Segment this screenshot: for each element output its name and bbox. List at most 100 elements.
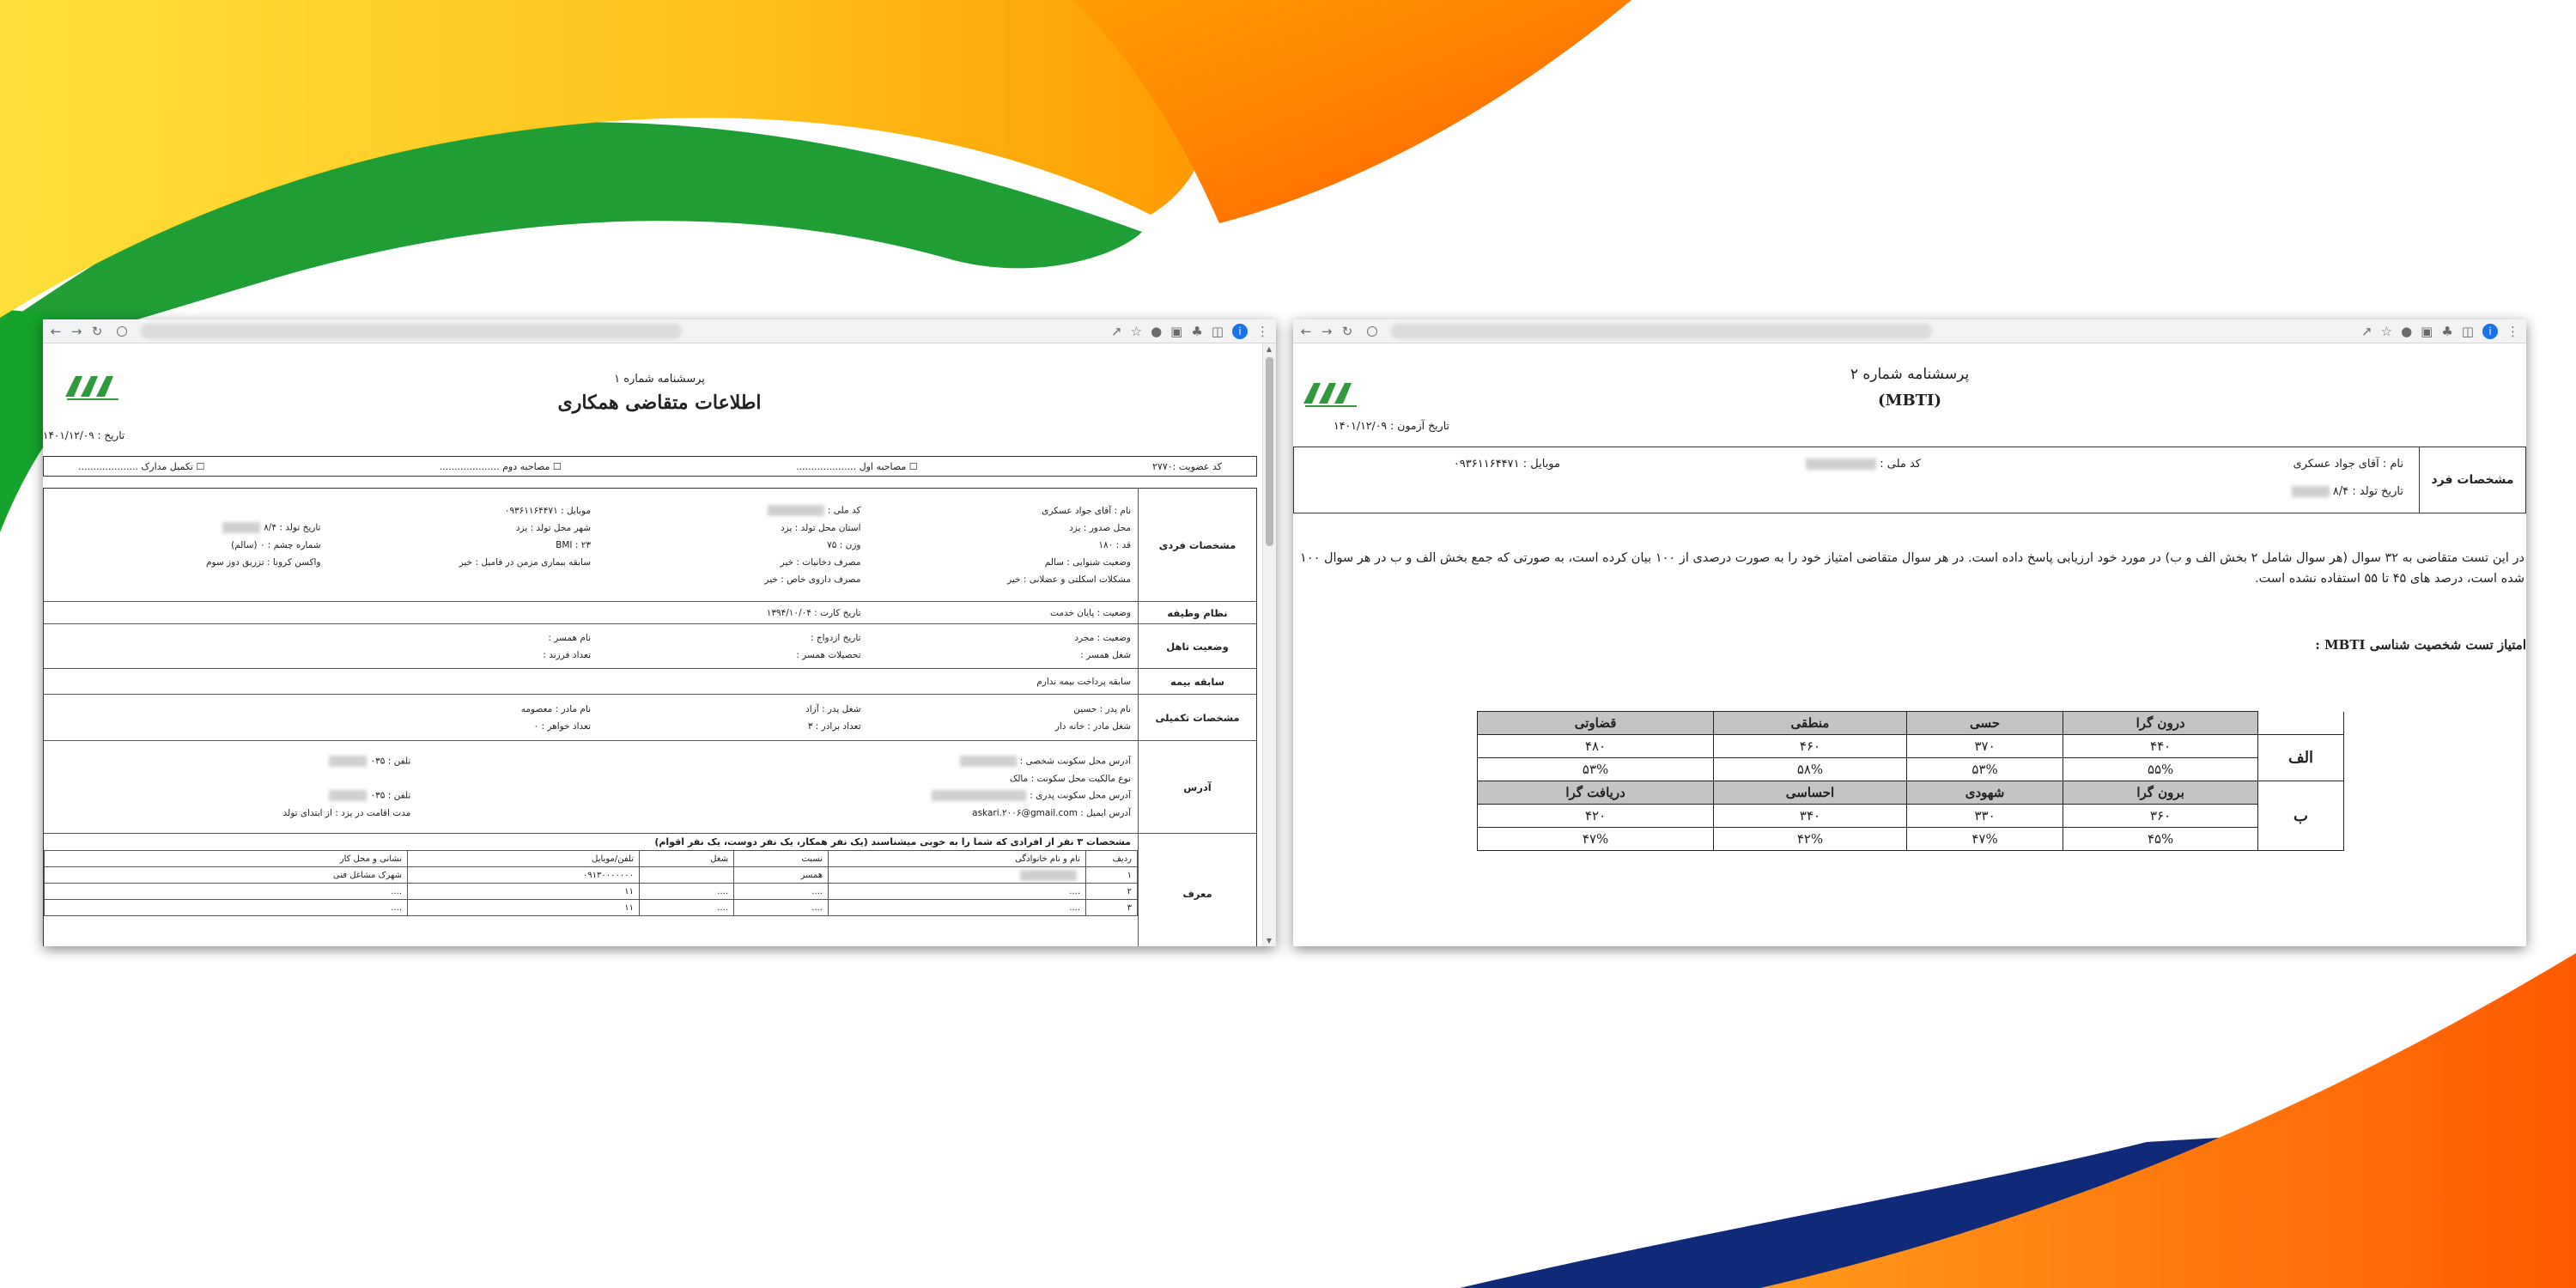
field-spouse-job: شغل همسر : [1080, 649, 1131, 660]
browser-window-left: ← → ↻ ↗ ☆ ● ▣ ♣ ◫ i ⋮ پرسشنامه شماره ۱ ا… [43, 319, 1276, 946]
redacted-value [2291, 486, 2330, 497]
table-cell: .... [733, 883, 829, 900]
site-info-icon[interactable] [1367, 325, 1377, 337]
field-national-code: کد ملی : [827, 505, 861, 516]
column-header: نسبت [733, 850, 829, 867]
field-father-job: شغل پدر : آزاد [805, 703, 861, 714]
reload-icon[interactable]: ↻ [1341, 324, 1353, 339]
column-header: نام و نام خانوادگی [828, 850, 1086, 867]
table-cell: ۴۷% [1905, 827, 2064, 851]
referrer-table: ردیف نام و نام خانوادگی نسبت شغل تلفن/مو… [44, 850, 1138, 916]
reload-icon[interactable]: ↻ [91, 324, 103, 339]
share-icon[interactable]: ↗ [1111, 324, 1122, 339]
back-icon[interactable]: ← [1300, 324, 1312, 339]
browser-toolbar: ← → ↻ ↗ ☆ ● ▣ ♣ ◫ i ⋮ [1293, 319, 2526, 343]
table-header-cell: منطقی [1713, 711, 1907, 735]
page-content: پرسشنامه شماره ۲ (MBTI) تاریخ آزمون : ۱۴… [1293, 343, 2526, 946]
field-mobile: موبایل : ۰۹۳۶۱۱۶۴۴۷۱ [1453, 458, 1560, 471]
extension-icon[interactable]: ● [1151, 324, 1162, 339]
redacted-value [329, 790, 368, 801]
field-email[interactable]: آدرس ایمیل : askari.۲۰۰۶@gmail.com [410, 808, 1131, 818]
table-cell: ۵۳% [1476, 757, 1715, 781]
forward-icon[interactable]: → [70, 324, 82, 339]
table-header-cell: قضاوتی [1476, 711, 1715, 735]
table-cell: ۵۳% [1905, 757, 2064, 781]
puzzle-icon[interactable]: ♣ [2441, 324, 2452, 339]
field-bmi: BMI : ۲۳ [556, 539, 591, 550]
table-cell: ۴۵% [2063, 827, 2258, 851]
table-cell: .... [44, 899, 408, 916]
address-bar[interactable] [1391, 323, 1932, 339]
profile-icon[interactable]: i [1232, 323, 1248, 339]
test-description: در این تست متقاضی به ۳۲ سوال (هر سوال شا… [1300, 551, 2524, 586]
field-mother-name: نام مادر : معصومه [520, 703, 591, 714]
menu-icon[interactable]: ⋮ [1256, 324, 1269, 339]
page-content: پرسشنامه شماره ۱ اطلاعات متقاضی همکاری ت… [43, 343, 1276, 946]
table-cell [828, 866, 1086, 884]
sidepanel-icon[interactable]: ◫ [2462, 324, 2474, 339]
forward-icon[interactable]: → [1321, 324, 1333, 339]
back-icon[interactable]: ← [50, 324, 62, 339]
section-label: مشخصات تکمیلی [1138, 695, 1256, 740]
table-cell: ۳۶۰ [2063, 804, 2258, 828]
star-icon[interactable]: ☆ [2381, 324, 2392, 339]
column-header: تلفن/موبایل [407, 850, 640, 867]
table-row: ۱ همسر ۰۹۱۳۰۰۰۰۰۰۰ شهرک مشاغل فنی [44, 866, 1138, 884]
table-cell: ۴۷% [1476, 827, 1715, 851]
sidepanel-icon[interactable]: ◫ [1212, 324, 1224, 339]
table-header-cell: درون گرا [2063, 711, 2258, 735]
translate-icon[interactable]: ▣ [2421, 324, 2433, 339]
table-row: الف ۴۴۰ ۳۷۰ ۴۶۰ ۴۸۰ [1476, 734, 2344, 781]
field-personal-address: آدرس محل سکونت شخصی : [1019, 756, 1131, 767]
page-title: اطلاعات متقاضی همکاری [557, 392, 762, 414]
table-cell: ۳۷۰ [1905, 734, 2064, 758]
field-birth-province: استان محل تولد : یزد [781, 522, 861, 533]
vertical-scrollbar[interactable]: ▲ ▼ [1262, 343, 1276, 946]
extension-icon[interactable]: ● [2401, 324, 2412, 339]
table-cell: .... [44, 883, 408, 900]
field-mother-job: شغل مادر : خانه دار [1054, 720, 1131, 732]
table-cell: ۰۹۱۳۰۰۰۰۰۰۰ [407, 866, 640, 884]
section-label: معرف [1138, 834, 1256, 946]
field-spouse-edu: تحصیلات همسر : [796, 649, 861, 660]
table-cell: .... [639, 899, 734, 916]
field-marital-status: وضعیت : مجرد [1074, 632, 1131, 643]
field-brothers: تعداد برادر : ۳ [807, 720, 861, 732]
puzzle-icon[interactable]: ♣ [1191, 324, 1202, 339]
profile-icon[interactable]: i [2482, 323, 2498, 339]
section-insurance: سابقه بیمه سابقه پرداخت بیمه ندارم [44, 669, 1256, 695]
field-ownership: نوع مالکیت محل سکونت : مالک [1009, 773, 1131, 784]
table-header-cell: دریافت گرا [1476, 781, 1715, 805]
browser-toolbar: ← → ↻ ↗ ☆ ● ▣ ♣ ◫ i ⋮ [43, 319, 1276, 343]
menu-icon[interactable]: ⋮ [2506, 324, 2519, 339]
interview2-check[interactable]: ☐ مصاحبه دوم .................... [440, 461, 562, 472]
scroll-up-icon[interactable]: ▲ [1265, 345, 1273, 353]
share-icon[interactable]: ↗ [2361, 324, 2372, 339]
redacted-value [767, 505, 824, 516]
address-bar[interactable] [141, 323, 682, 339]
star-icon[interactable]: ☆ [1131, 324, 1142, 339]
section-label: سابقه بیمه [1138, 669, 1256, 694]
table-cell: ۱ [1085, 866, 1138, 884]
section-personal: مشخصات فردی نام : آقای جواد عسکری کد ملی… [44, 489, 1256, 602]
field-sisters: تعداد خواهر : ۰ [533, 720, 591, 732]
table-header-cell: حسی [1905, 711, 2064, 735]
column-header: شغل [639, 850, 734, 867]
interview1-check[interactable]: ☐ مصاحبه اول .................... [796, 461, 917, 472]
site-info-icon[interactable] [117, 325, 127, 337]
scroll-thumb[interactable] [1266, 357, 1273, 546]
table-cell: ۱۱ [407, 899, 640, 916]
field-spouse-name: نام همسر : [548, 632, 591, 643]
translate-icon[interactable]: ▣ [1170, 324, 1182, 339]
docs-check[interactable]: ☐ تکمیل مدارک .................... [78, 461, 204, 472]
scroll-down-icon[interactable]: ▼ [1265, 937, 1273, 945]
field-eye: شماره چشم : ۰ (سالم) [231, 539, 321, 550]
field-phone1: تلفن : ۰۳۵ [370, 756, 411, 767]
section-label: مشخصات فردی [1138, 489, 1256, 601]
table-cell: .... [639, 883, 734, 900]
applicant-form: مشخصات فردی نام : آقای جواد عسکری کد ملی… [43, 488, 1257, 946]
group-label: الف [2257, 734, 2344, 781]
table-header-cell: برون گرا [2063, 781, 2258, 805]
field-birth-date: تاریخ تولد : ۸/۴ [2332, 485, 2403, 498]
redacted-value [959, 756, 1017, 767]
